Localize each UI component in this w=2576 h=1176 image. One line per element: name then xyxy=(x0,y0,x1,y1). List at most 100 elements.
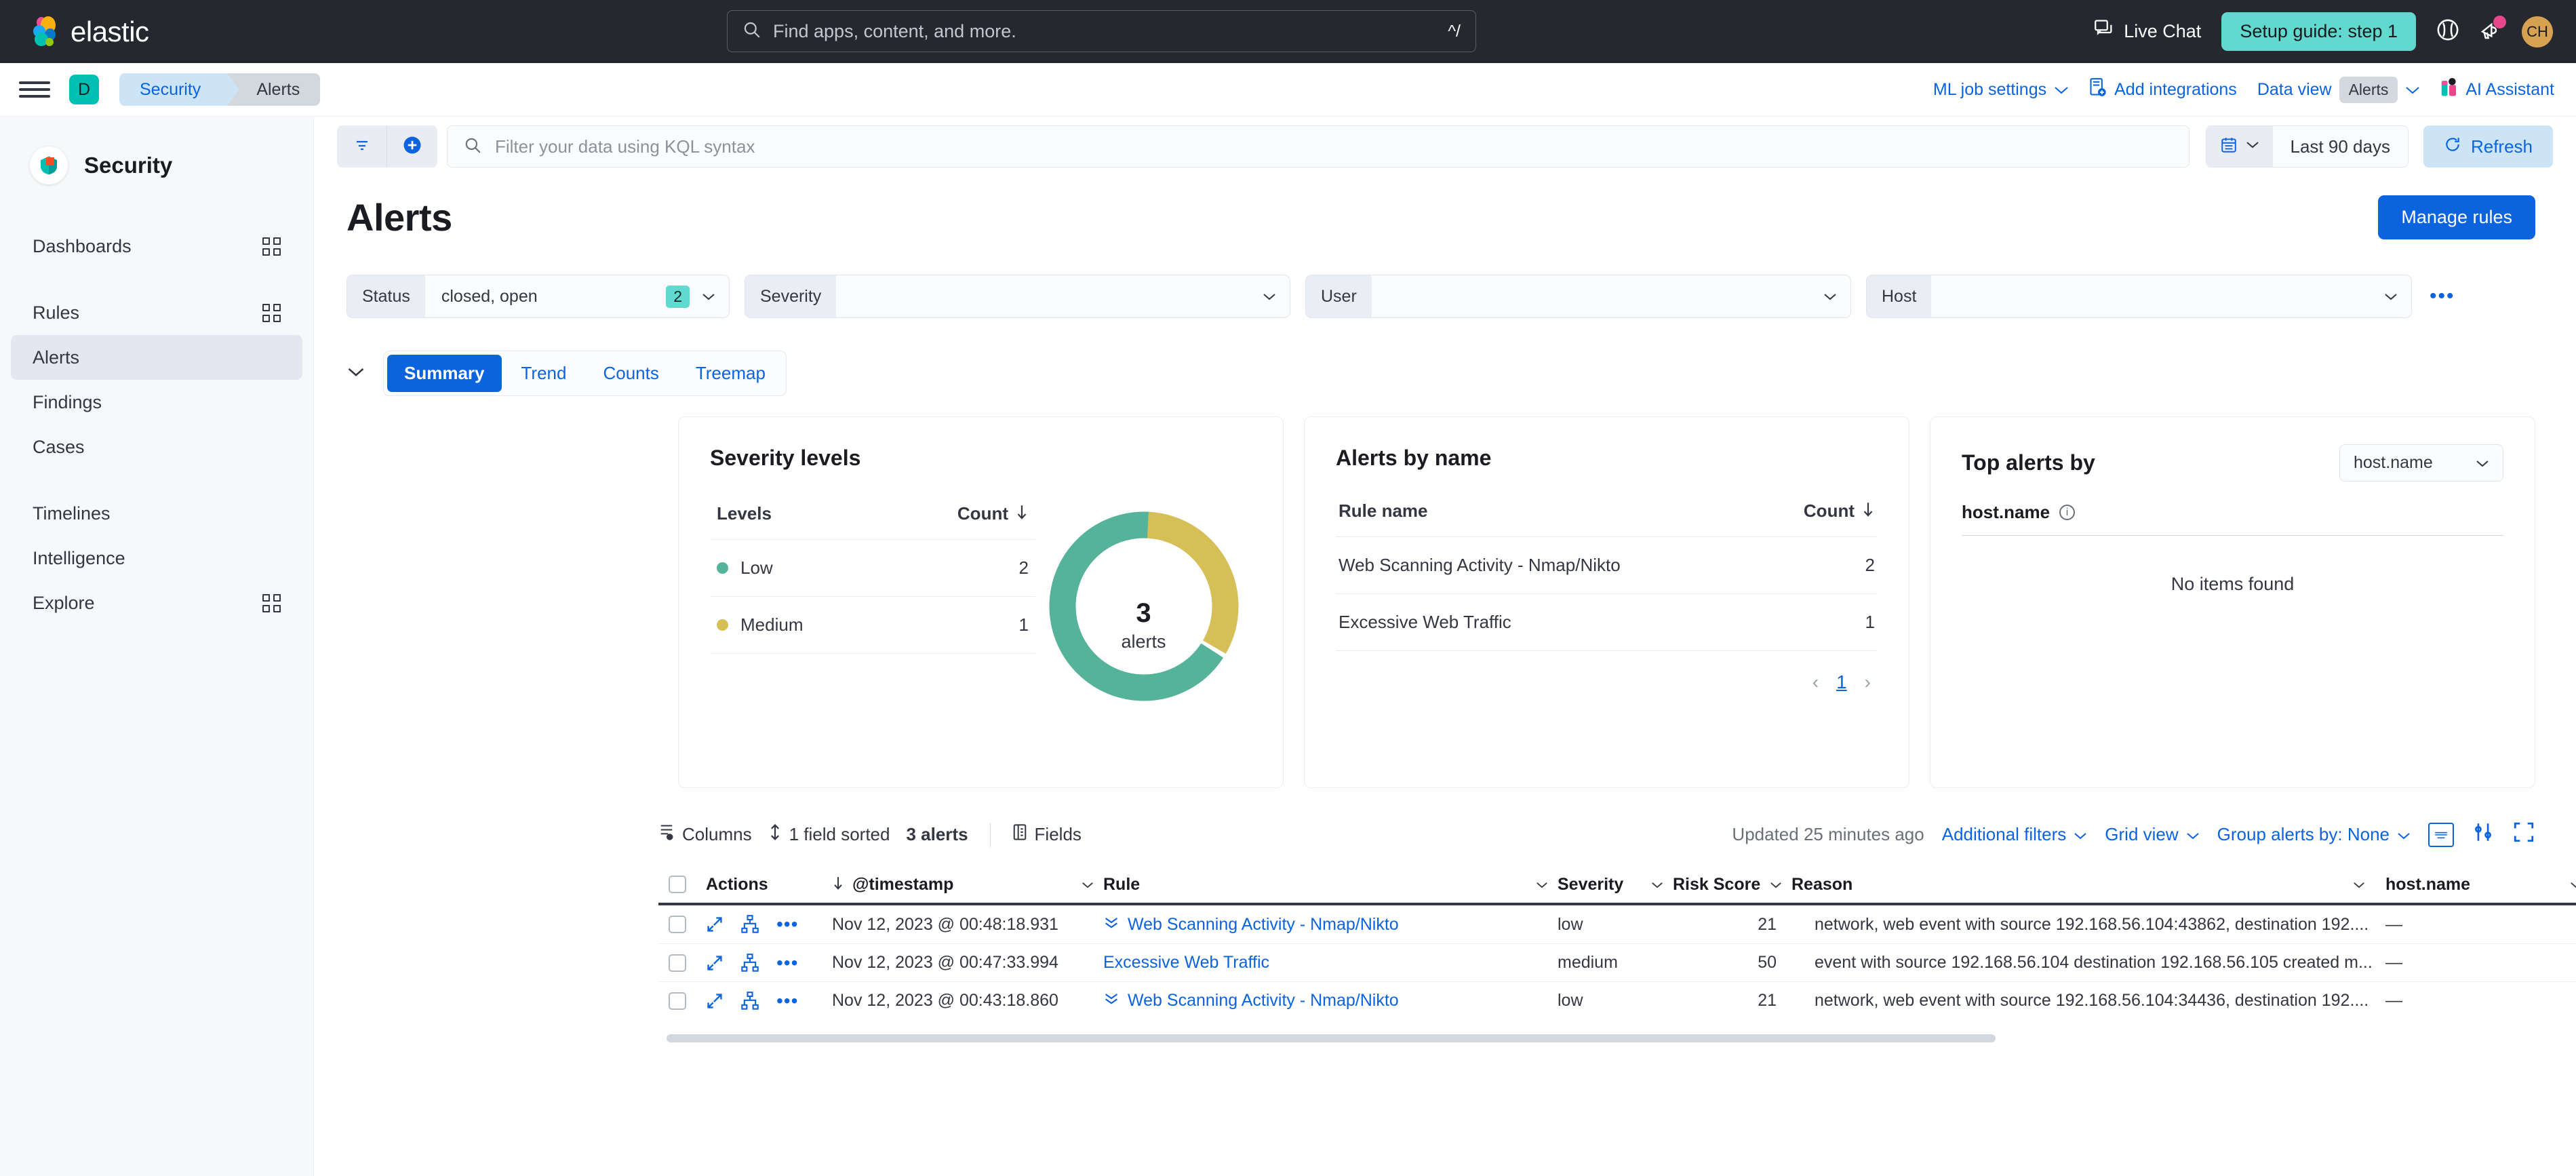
density-button[interactable] xyxy=(2428,823,2454,847)
analyze-event-icon[interactable] xyxy=(741,915,759,934)
tab-treemap[interactable]: Treemap xyxy=(679,355,782,392)
expand-details-icon[interactable] xyxy=(706,916,724,933)
more-actions-icon[interactable]: ••• xyxy=(776,914,798,935)
announcements-button[interactable] xyxy=(2480,19,2501,44)
table-row[interactable]: ••• Nov 12, 2023 @ 00:47:33.994 Excessiv… xyxy=(658,943,2576,981)
grid-icon[interactable] xyxy=(262,237,281,256)
display-options-button[interactable] xyxy=(2472,821,2495,848)
manage-rules-button[interactable]: Manage rules xyxy=(2378,195,2535,239)
select-all-checkbox[interactable] xyxy=(658,876,696,893)
pagination-prev-icon[interactable]: ‹ xyxy=(1812,671,1819,693)
grid-col-risk-score[interactable]: Risk Score xyxy=(1673,875,1791,895)
space-avatar[interactable]: D xyxy=(69,75,99,104)
pagination-next-icon[interactable]: › xyxy=(1865,671,1871,693)
info-icon[interactable]: i xyxy=(2059,505,2075,520)
row-checkbox[interactable] xyxy=(658,916,696,933)
collapse-summary-icon[interactable] xyxy=(346,351,365,383)
elastic-logo[interactable]: elastic xyxy=(30,16,149,48)
grid-col-host-name[interactable]: host.name xyxy=(2375,875,2576,895)
group-alerts-by-button[interactable]: Group alerts by: None xyxy=(2217,824,2411,845)
chevron-down-icon[interactable] xyxy=(1770,876,1782,893)
expand-details-icon[interactable] xyxy=(706,954,724,972)
sidebar-item-alerts[interactable]: Alerts xyxy=(11,335,302,380)
grid-icon[interactable] xyxy=(262,594,281,612)
ml-job-settings-button[interactable]: ML job settings xyxy=(1933,80,2069,100)
grid-col-rule[interactable]: Rule xyxy=(1103,875,1558,895)
filter-severity[interactable]: Severity xyxy=(745,275,1290,318)
cell-rule[interactable]: Excessive Web Traffic xyxy=(1103,953,1558,973)
grid-view-button[interactable]: Grid view xyxy=(2105,824,2199,845)
cell-rule[interactable]: Web Scanning Activity - Nmap/Nikto xyxy=(1103,990,1558,1011)
additional-filters-button[interactable]: Additional filters xyxy=(1942,824,2088,845)
chevron-down-icon[interactable] xyxy=(1651,876,1663,893)
sidebar-item-dashboards[interactable]: Dashboards xyxy=(11,224,302,269)
refresh-button[interactable]: Refresh xyxy=(2423,125,2553,168)
filter-status[interactable]: Status closed, open 2 xyxy=(346,275,730,318)
columns-button[interactable]: Columns xyxy=(658,823,752,846)
filter-host[interactable]: Host xyxy=(1866,275,2412,318)
table-row[interactable]: Excessive Web Traffic 1 xyxy=(1336,594,1878,651)
data-view-selector[interactable]: Data view Alerts xyxy=(2257,77,2421,103)
help-button[interactable] xyxy=(2436,18,2459,45)
filter-host-field[interactable] xyxy=(1931,275,2411,317)
avatar[interactable]: CH xyxy=(2522,16,2553,47)
filter-more-options-icon[interactable]: ••• xyxy=(2430,285,2455,308)
rule-open-timeline-icon[interactable] xyxy=(1103,990,1119,1011)
tab-counts[interactable]: Counts xyxy=(586,355,675,392)
more-actions-icon[interactable]: ••• xyxy=(776,952,798,974)
more-actions-icon[interactable]: ••• xyxy=(776,990,798,1012)
chevron-down-icon[interactable] xyxy=(2353,876,2365,893)
filter-status-field[interactable]: closed, open 2 xyxy=(425,275,729,317)
horizontal-scrollbar[interactable] xyxy=(667,1034,1996,1042)
sidebar-item-rules[interactable]: Rules xyxy=(11,290,302,335)
live-chat-button[interactable]: Live Chat xyxy=(2095,20,2201,43)
analyze-event-icon[interactable] xyxy=(741,954,759,973)
tab-trend[interactable]: Trend xyxy=(504,355,584,392)
ai-assistant-button[interactable]: AI Assistant xyxy=(2440,77,2554,102)
abn-col-count-sort[interactable]: Count xyxy=(1804,501,1875,522)
expand-details-icon[interactable] xyxy=(706,992,724,1010)
tab-summary[interactable]: Summary xyxy=(387,355,502,392)
table-row[interactable]: ••• Nov 12, 2023 @ 00:48:18.931 Web Scan… xyxy=(658,905,2576,943)
pagination-page-1[interactable]: 1 xyxy=(1836,671,1847,693)
table-row[interactable]: Low 2 xyxy=(710,540,1035,597)
fullscreen-button[interactable] xyxy=(2512,821,2535,848)
kql-search-input[interactable]: Filter your data using KQL syntax xyxy=(447,125,2189,168)
table-row[interactable]: Web Scanning Activity - Nmap/Nikto 2 xyxy=(1336,537,1878,594)
severity-col-count-sort[interactable]: Count xyxy=(957,503,1029,524)
grid-icon[interactable] xyxy=(262,304,281,322)
sidebar-item-intelligence[interactable]: Intelligence xyxy=(11,536,302,581)
table-row[interactable]: ••• Nov 12, 2023 @ 00:43:18.860 Web Scan… xyxy=(658,981,2576,1019)
fields-button[interactable]: Fields xyxy=(1012,823,1082,846)
global-search-input[interactable]: Find apps, content, and more. ^/ xyxy=(727,10,1476,52)
sort-fields-button[interactable]: 1 field sorted xyxy=(768,823,890,846)
table-row[interactable]: Medium 1 xyxy=(710,597,1035,654)
sidebar-item-timelines[interactable]: Timelines xyxy=(11,491,302,536)
sidebar-item-cases[interactable]: Cases xyxy=(11,425,302,469)
grid-col-severity[interactable]: Severity xyxy=(1558,875,1673,895)
date-range-value[interactable]: Last 90 days xyxy=(2273,126,2408,167)
breadcrumb-item-alerts[interactable]: Alerts xyxy=(228,73,320,106)
chevron-down-icon[interactable] xyxy=(1536,876,1548,893)
sidebar-item-findings[interactable]: Findings xyxy=(11,380,302,425)
filter-options-button[interactable] xyxy=(337,125,387,168)
row-checkbox[interactable] xyxy=(658,954,696,972)
cell-rule[interactable]: Web Scanning Activity - Nmap/Nikto xyxy=(1103,914,1558,935)
chevron-down-icon[interactable] xyxy=(2570,876,2576,893)
setup-guide-button[interactable]: Setup guide: step 1 xyxy=(2221,12,2416,51)
filter-severity-field[interactable] xyxy=(836,275,1290,317)
cell-rule-link[interactable]: Web Scanning Activity - Nmap/Nikto xyxy=(1128,915,1399,935)
cell-rule-link[interactable]: Excessive Web Traffic xyxy=(1103,953,1269,973)
sidebar-item-explore[interactable]: Explore xyxy=(11,581,302,625)
analyze-event-icon[interactable] xyxy=(741,992,759,1011)
grid-col-reason[interactable]: Reason xyxy=(1791,875,2375,895)
cell-rule-link[interactable]: Web Scanning Activity - Nmap/Nikto xyxy=(1128,991,1399,1011)
add-integrations-button[interactable]: Add integrations xyxy=(2089,78,2237,102)
grid-col-timestamp[interactable]: @timestamp xyxy=(832,875,1103,895)
top-alerts-field-select[interactable]: host.name xyxy=(2339,444,2503,482)
date-quick-select-button[interactable] xyxy=(2206,126,2273,167)
rule-open-timeline-icon[interactable] xyxy=(1103,914,1119,935)
add-filter-button[interactable] xyxy=(387,125,437,168)
breadcrumb-item-security[interactable]: Security xyxy=(119,73,228,106)
row-checkbox[interactable] xyxy=(658,992,696,1010)
